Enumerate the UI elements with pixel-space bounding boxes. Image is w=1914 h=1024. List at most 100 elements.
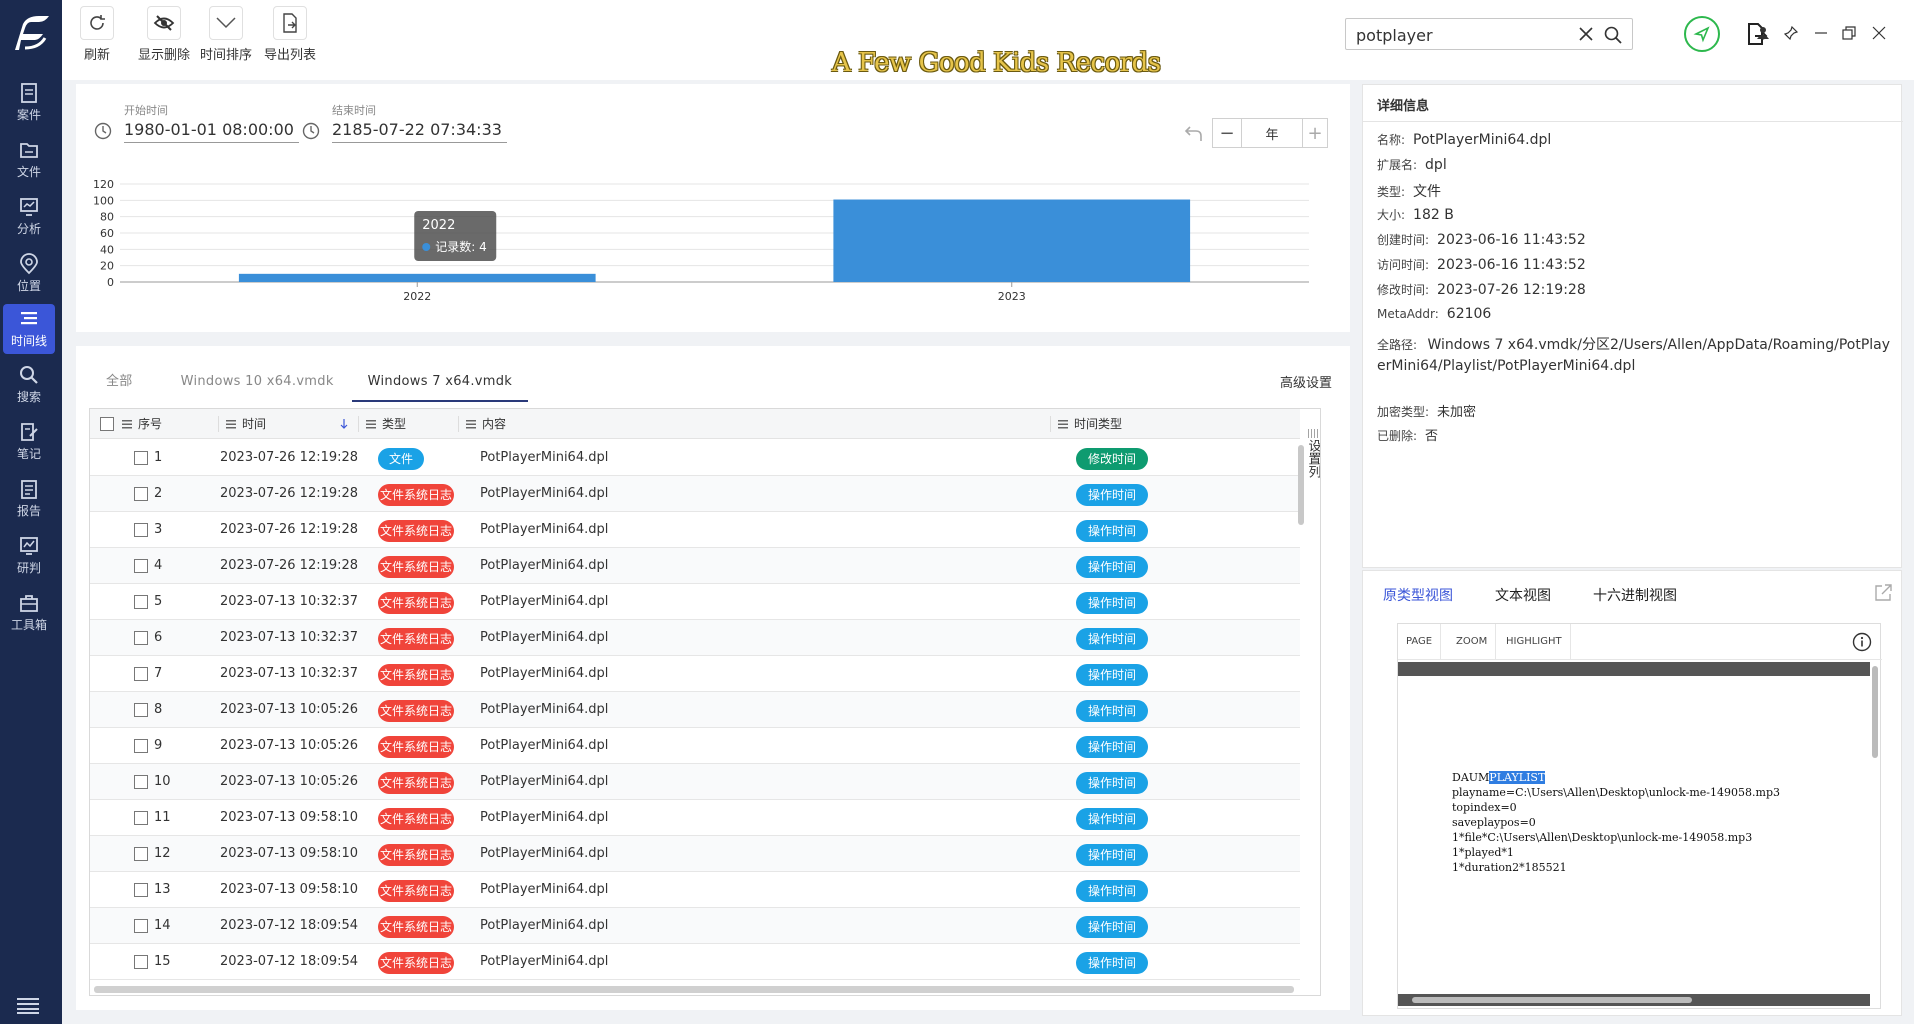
table-row[interactable]: 3 2023-07-26 12:19:28 文件系统日志 PotPlayerMini6… (90, 512, 1300, 548)
sidebar-item-folder[interactable]: 文件 (3, 135, 55, 185)
sidebar-item-toolbox[interactable]: 工具箱 (3, 588, 55, 638)
type-badge[interactable]: 文件系统日志 (378, 880, 454, 902)
type-badge[interactable]: 文件系统日志 (378, 952, 454, 974)
type-badge[interactable]: 文件系统日志 (378, 844, 454, 866)
row-checkbox[interactable] (134, 595, 148, 609)
page-button[interactable]: PAGE (1398, 624, 1442, 660)
sidebar-item-report[interactable]: 报告 (3, 474, 55, 524)
row-checkbox[interactable] (134, 883, 148, 897)
zoom-in-button[interactable]: + (1302, 118, 1328, 148)
table-row[interactable]: 4 2023-07-26 12:19:28 文件系统日志 PotPlayerMini6… (90, 548, 1300, 584)
search-icon[interactable] (1604, 26, 1622, 44)
table-row[interactable]: 2 2023-07-26 12:19:28 文件系统日志 PotPlayerMini6… (90, 476, 1300, 512)
tab-hex-view[interactable]: 十六进制视图 (1593, 585, 1677, 605)
row-checkbox[interactable] (134, 487, 148, 501)
type-badge[interactable]: 文件系统日志 (378, 700, 454, 722)
user-icon[interactable] (1756, 26, 1770, 40)
start-time-field[interactable]: 开始时间 1980-01-01 08:00:00 (124, 102, 299, 143)
time-sort-button[interactable]: 时间排序 (200, 6, 252, 63)
row-checkbox[interactable] (134, 775, 148, 789)
row-checkbox[interactable] (134, 919, 148, 933)
time-type-badge[interactable]: 操作时间 (1076, 736, 1148, 758)
time-type-badge[interactable]: 操作时间 (1076, 916, 1148, 938)
table-row[interactable]: 5 2023-07-13 10:32:37 文件系统日志 PotPlayerMini6… (90, 584, 1300, 620)
undo-icon[interactable] (1184, 124, 1204, 142)
table-horizontal-scrollbar[interactable] (94, 986, 1294, 993)
time-unit-value[interactable]: 年 (1242, 118, 1302, 148)
time-type-badge[interactable]: 操作时间 (1076, 556, 1148, 578)
sort-down-icon[interactable] (340, 419, 348, 429)
table-row[interactable]: 12 2023-07-13 09:58:10 文件系统日志 PotPlayerMini… (90, 836, 1300, 872)
open-external-icon[interactable] (1873, 583, 1893, 603)
table-row[interactable]: 10 2023-07-13 10:05:26 文件系统日志 PotPlayerMini… (90, 764, 1300, 800)
show-deleted-button[interactable]: 显示删除 (138, 6, 190, 63)
row-checkbox[interactable] (134, 955, 148, 969)
time-type-badge[interactable]: 操作时间 (1076, 772, 1148, 794)
highlight-button[interactable]: HIGHLIGHT (1498, 624, 1571, 660)
column-settings-button[interactable]: |||| 设置列 (1304, 429, 1321, 478)
search-input[interactable] (1356, 24, 1556, 46)
type-badge[interactable]: 文件系统日志 (378, 556, 454, 578)
row-checkbox[interactable] (134, 631, 148, 645)
close-icon[interactable] (1872, 26, 1886, 40)
type-badge[interactable]: 文件系统日志 (378, 808, 454, 830)
row-checkbox[interactable] (134, 667, 148, 681)
sidebar-item-timeline[interactable]: 时间线 (3, 304, 55, 354)
type-badge[interactable]: 文件系统日志 (378, 520, 454, 542)
viewer-vertical-scrollbar[interactable] (1870, 662, 1880, 1008)
table-row[interactable]: 6 2023-07-13 10:32:37 文件系统日志 PotPlayerMini6… (90, 620, 1300, 656)
type-badge[interactable]: 文件系统日志 (378, 916, 454, 938)
row-checkbox[interactable] (134, 703, 148, 717)
type-badge[interactable]: 文件系统日志 (378, 664, 454, 686)
clear-icon[interactable] (1578, 26, 1594, 42)
row-checkbox[interactable] (134, 523, 148, 537)
type-badge[interactable]: 文件系统日志 (378, 736, 454, 758)
end-time-field[interactable]: 结束时间 2185-07-22 07:34:33 (332, 102, 507, 143)
tab-source-2[interactable]: Windows 7 x64.vmdk (351, 368, 529, 402)
row-checkbox[interactable] (134, 559, 148, 573)
viewer-horizontal-scrollbar[interactable] (1398, 994, 1870, 1006)
time-type-badge[interactable]: 操作时间 (1076, 664, 1148, 686)
table-row[interactable]: 7 2023-07-13 10:32:37 文件系统日志 PotPlayerMini6… (90, 656, 1300, 692)
time-type-badge[interactable]: 操作时间 (1076, 880, 1148, 902)
time-type-badge[interactable]: 操作时间 (1076, 628, 1148, 650)
time-type-badge[interactable]: 操作时间 (1076, 592, 1148, 614)
zoom-button[interactable]: ZOOM (1448, 624, 1497, 660)
time-type-badge[interactable]: 操作时间 (1076, 700, 1148, 722)
table-row[interactable]: 13 2023-07-13 09:58:10 文件系统日志 PotPlayerMini… (90, 872, 1300, 908)
tab-native-view[interactable]: 原类型视图 (1383, 585, 1453, 605)
col-seq[interactable]: 序号 (122, 409, 162, 439)
restore-icon[interactable] (1842, 26, 1856, 40)
minimize-icon[interactable] (1814, 26, 1828, 40)
time-type-badge[interactable]: 操作时间 (1076, 520, 1148, 542)
col-time-type[interactable]: 时间类型 (1058, 409, 1122, 439)
tab-source-1[interactable]: Windows 10 x64.vmdk (165, 368, 352, 402)
type-badge[interactable]: 文件系统日志 (378, 628, 454, 650)
table-row[interactable]: 9 2023-07-13 10:05:26 文件系统日志 PotPlayerMini6… (90, 728, 1300, 764)
col-type[interactable]: 类型 (366, 409, 406, 439)
time-type-badge[interactable]: 操作时间 (1076, 484, 1148, 506)
table-row[interactable]: 15 2023-07-12 18:09:54 文件系统日志 PotPlayerMini… (90, 944, 1300, 980)
sidebar-item-search[interactable]: 搜索 (3, 360, 55, 410)
table-row[interactable]: 11 2023-07-13 09:58:10 文件系统日志 PotPlayerMini… (90, 800, 1300, 836)
tab-source-0[interactable]: 全部 (90, 368, 165, 402)
sidebar-item-judge[interactable]: 研判 (3, 531, 55, 581)
navigate-button[interactable] (1684, 16, 1720, 52)
refresh-button[interactable]: 刷新 (80, 6, 114, 63)
sidebar-item-analysis[interactable]: 分析 (3, 192, 55, 242)
menu-icon[interactable] (17, 998, 39, 1018)
table-row[interactable]: 1 2023-07-26 12:19:28 文件 PotPlayerMini64.dp… (90, 440, 1300, 476)
tab-text-view[interactable]: 文本视图 (1495, 585, 1551, 605)
sidebar-item-location[interactable]: 位置 (3, 249, 55, 299)
table-row[interactable]: 14 2023-07-12 18:09:54 文件系统日志 PotPlayerMini… (90, 908, 1300, 944)
sidebar-item-note[interactable]: 笔记 (3, 417, 55, 467)
info-icon[interactable] (1852, 632, 1872, 652)
time-type-badge[interactable]: 操作时间 (1076, 808, 1148, 830)
type-badge[interactable]: 文件系统日志 (378, 592, 454, 614)
zoom-out-button[interactable]: − (1212, 118, 1242, 148)
time-type-badge[interactable]: 操作时间 (1076, 844, 1148, 866)
sidebar-item-case[interactable]: 案件 (3, 78, 55, 128)
type-badge[interactable]: 文件系统日志 (378, 484, 454, 506)
type-badge[interactable]: 文件 (378, 448, 424, 470)
advanced-settings-link[interactable]: 高级设置 (1280, 372, 1332, 391)
